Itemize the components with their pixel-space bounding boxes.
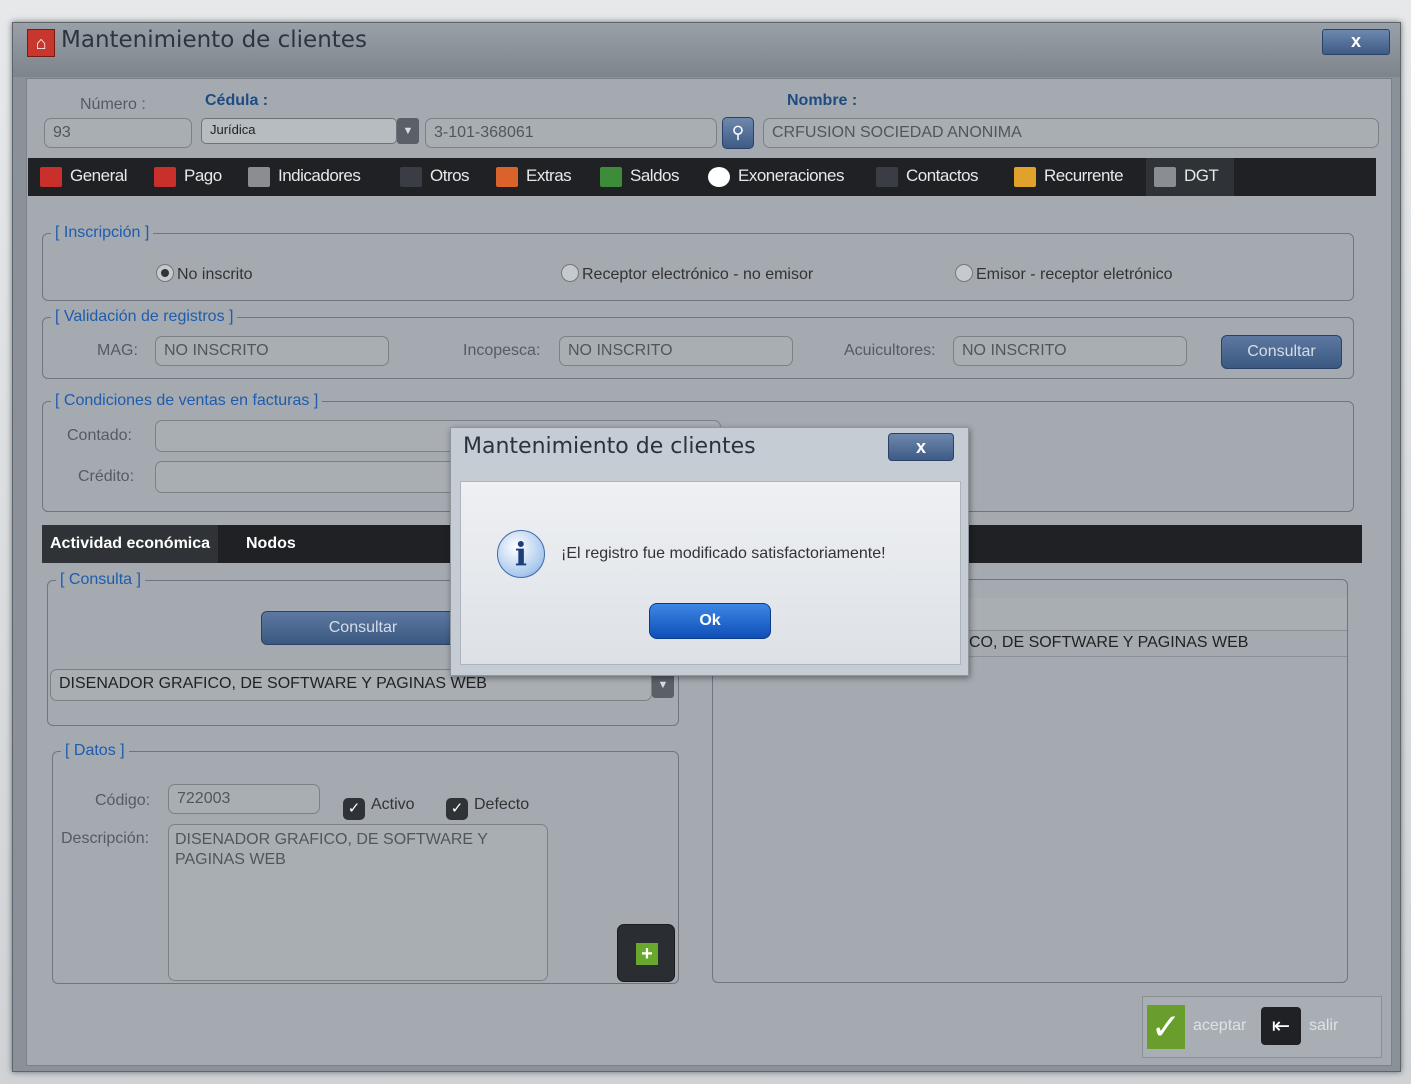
calendar-icon [40,166,62,187]
tab-actividad-economica[interactable]: Actividad económica [42,525,219,563]
dialog-close-button[interactable]: x [888,433,954,461]
tab-dgt[interactable]: DGT [1146,158,1234,196]
incopesca-field[interactable]: NO INSCRITO [559,336,793,366]
search-icon: ⚲ [731,123,745,142]
condiciones-legend: [ Condiciones de ventas en facturas ] [51,392,323,410]
tab-nodos[interactable]: Nodos [238,525,304,563]
numero-field[interactable]: 93 [44,118,192,148]
consultar-actividad-button[interactable]: Consultar [261,611,465,645]
footer-actions: ✓ aceptar ⇤ salir [1142,996,1382,1058]
activo-checkbox[interactable]: ✓ Activo [343,796,415,820]
shuffle-icon [154,166,176,187]
exit-icon[interactable]: ⇤ [1261,1007,1301,1045]
credito-label: Crédito: [78,468,135,485]
confirmation-dialog: Mantenimiento de clientes x i ¡El regist… [450,427,969,676]
radio-receptor[interactable]: Receptor electrónico - no emisor [561,264,813,284]
window-close-button[interactable]: x [1322,29,1390,55]
consultar-validacion-button[interactable]: Consultar [1221,335,1342,369]
cedula-type-select[interactable]: Jurídica [201,118,397,144]
window-titlebar: ⌂ Mantenimiento de clientes x [13,23,1400,77]
tab-extras[interactable]: Extras [496,158,572,196]
inscripcion-legend: [ Inscripción ] [51,224,154,242]
radio-emisor[interactable]: Emisor - receptor eletrónico [955,264,1173,284]
cart-icon [1014,166,1036,187]
tab-saldos[interactable]: Saldos [600,158,679,196]
acuicultores-label: Acuicultores: [844,342,936,359]
radio-no-inscrito[interactable]: No inscrito [156,264,253,284]
tab-pago[interactable]: Pago [154,158,222,196]
gear-icon [248,166,270,187]
acuicultores-field[interactable]: NO INSCRITO [953,336,1187,366]
consulta-legend: [ Consulta ] [56,571,145,589]
nombre-label: Nombre : [787,92,858,109]
descripcion-label: Descripción: [61,830,150,847]
gear-icon [1154,166,1176,187]
mag-label: MAG: [97,342,138,359]
numero-label: Número : [80,96,146,113]
tab-contactos[interactable]: Contactos [876,158,979,196]
calculator-icon [600,166,622,187]
cedula-field[interactable]: 3-101-368061 [425,118,717,148]
descripcion-textarea[interactable]: DISENADOR GRAFICO, DE SOFTWARE Y PAGINAS… [168,824,548,981]
validacion-legend: [ Validación de registros ] [51,308,238,326]
list-icon [496,166,518,187]
tab-general[interactable]: General [40,158,127,196]
add-activity-button[interactable]: + [617,924,675,982]
checkmark-icon: ✓ [446,798,468,820]
ok-button[interactable]: Ok [649,603,771,639]
dialog-message: ¡El registro fue modificado satisfactori… [561,545,886,562]
main-tabbar: General Pago Indicadores Otros Extras Sa… [28,158,1376,196]
dialog-body: i ¡El registro fue modificado satisfacto… [460,481,961,665]
tab-exoneraciones[interactable]: Exoneraciones [708,158,844,196]
aceptar-button[interactable]: aceptar [1193,1017,1246,1035]
codigo-label: Código: [95,792,151,809]
salir-button[interactable]: salir [1309,1017,1338,1035]
mag-field[interactable]: NO INSCRITO [155,336,389,366]
tab-recurrente[interactable]: Recurrente [1014,158,1124,196]
search-cedula-button[interactable]: ⚲ [722,117,754,149]
alert-icon [708,166,730,187]
codigo-field[interactable]: 722003 [168,784,320,814]
checkmark-icon: ✓ [343,798,365,820]
list-icon [400,166,422,187]
window-title: Mantenimiento de clientes [61,27,367,53]
info-icon: i [497,530,545,578]
dialog-title: Mantenimiento de clientes [463,434,756,459]
incopesca-label: Incopesca: [463,342,541,359]
app-icon: ⌂ [27,29,55,57]
defecto-checkbox[interactable]: ✓ Defecto [446,796,529,820]
plus-icon: + [636,943,658,965]
user-icon [876,166,898,187]
tab-otros[interactable]: Otros [400,158,470,196]
datos-legend: [ Datos ] [61,742,129,760]
cedula-label: Cédula : [205,92,269,109]
contado-label: Contado: [67,427,132,444]
tab-indicadores[interactable]: Indicadores [248,158,361,196]
accept-check-icon[interactable]: ✓ [1147,1005,1185,1049]
nombre-field[interactable]: CRFUSION SOCIEDAD ANONIMA [763,118,1379,148]
cedula-type-dropdown-icon[interactable]: ▼ [397,118,419,144]
